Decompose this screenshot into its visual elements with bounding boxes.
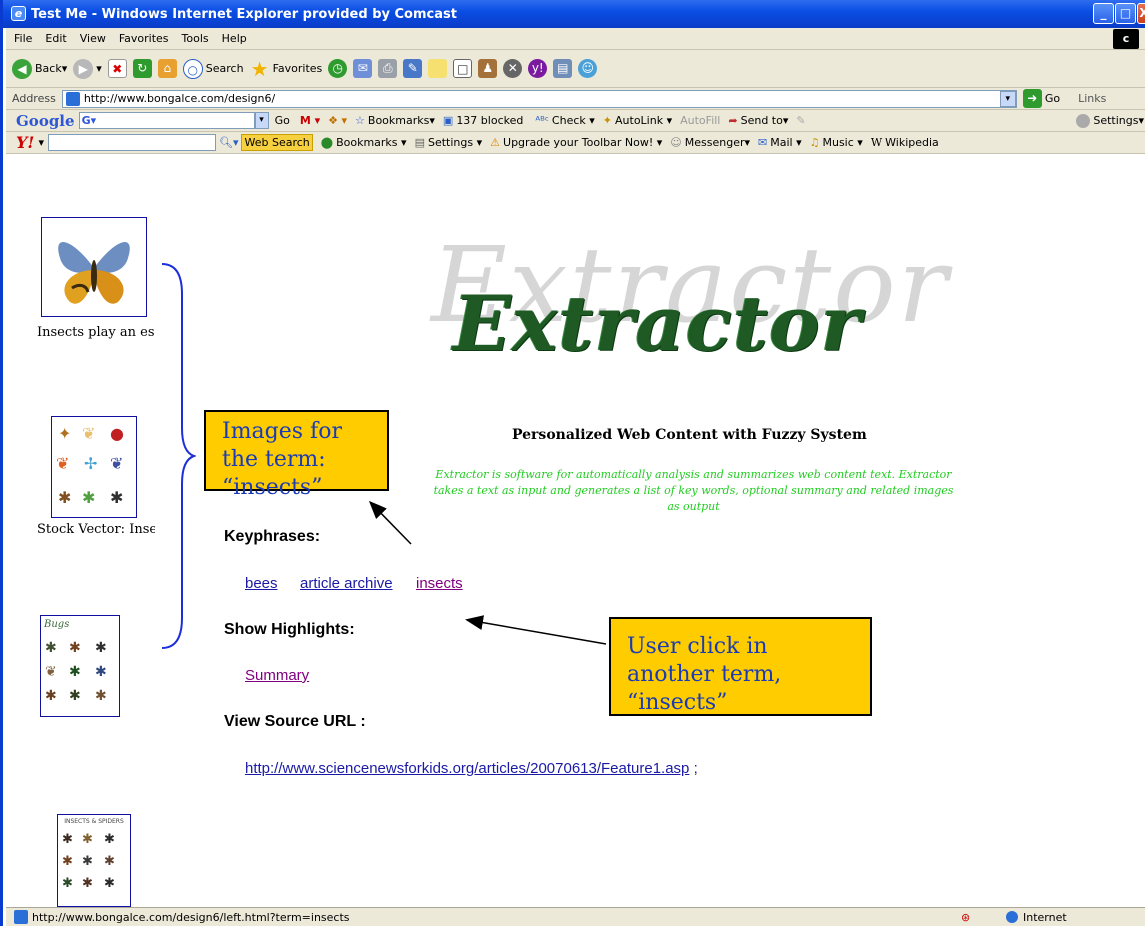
menu-tools[interactable]: Tools — [182, 32, 209, 45]
print-icon[interactable]: ⎙ — [378, 59, 398, 78]
wikipedia-button[interactable]: Wikipedia — [885, 136, 939, 149]
research-icon[interactable]: ♟ — [478, 59, 498, 78]
forward-arrow-icon: ▶ — [73, 58, 94, 79]
sendto-button[interactable]: Send to — [741, 114, 783, 127]
go-arrow-icon: ➜ — [1022, 89, 1042, 108]
yahoo-logo: Y! — [16, 133, 35, 152]
autolink-button[interactable]: AutoLink — [615, 114, 663, 127]
address-dropdown-icon[interactable]: ▾ — [999, 90, 1016, 107]
status-bar: http://www.bongalce.com/design6/left.htm… — [6, 907, 1145, 926]
title-bar: e Test Me - Windows Internet Explorer pr… — [3, 0, 1145, 28]
stop-icon[interactable]: ✖ — [107, 59, 127, 78]
yahoo-bookmarks-icon: ⬤ — [320, 136, 334, 149]
google-apps-icon[interactable]: ❖ ▾ — [328, 114, 347, 127]
google-toolbar: Google G▾ ▾ Go M ▾ ❖ ▾ ☆ Bookmarks ▾ ▣ 13… — [6, 110, 1145, 132]
messenger-icon: ☺ — [670, 136, 682, 149]
address-label: Address — [12, 92, 56, 105]
settings-gear-icon — [1076, 113, 1091, 128]
links-button[interactable]: Links — [1078, 92, 1106, 105]
menu-view[interactable]: View — [80, 32, 106, 45]
contacts-icon[interactable]: ☺ — [578, 59, 598, 78]
page-icon — [65, 91, 80, 106]
annotation-arrows — [368, 500, 607, 645]
google-g-icon: G▾ — [81, 114, 97, 127]
standard-toolbar: ◀ Back ▾ ▶ ▾ ✖ ↻ ⌂ ○ Search ★ Favorites … — [6, 50, 1145, 88]
status-privacy-icon[interactable]: ⊛ — [961, 911, 970, 924]
google-logo: Google — [16, 111, 75, 130]
menu-file[interactable]: File — [14, 32, 32, 45]
menu-bar: File Edit View Favorites Tools Help c — [6, 28, 1145, 50]
google-go-button[interactable]: Go — [275, 114, 290, 127]
search-button[interactable]: ○ Search — [182, 58, 244, 79]
arrow-to-insects-link — [465, 615, 607, 645]
yahoo-search-input[interactable] — [47, 134, 216, 151]
minimize-button[interactable]: _ — [1093, 3, 1114, 24]
menu-help[interactable]: Help — [222, 32, 247, 45]
back-button[interactable]: ◀ Back ▾ — [12, 58, 67, 79]
music-icon: ♫ — [809, 136, 820, 149]
warning-icon: ⚠ — [490, 136, 501, 149]
spellcheck-icon: ᴬᴮᶜ — [535, 114, 549, 127]
window-title: Test Me - Windows Internet Explorer prov… — [31, 6, 457, 22]
yahoo-music-button[interactable]: Music — [822, 136, 853, 149]
bookmarks-star-icon: ☆ — [355, 114, 365, 127]
google-bookmarks-button[interactable]: Bookmarks — [368, 114, 429, 127]
block-icon[interactable]: ✕ — [503, 59, 523, 78]
close-button[interactable]: X — [1137, 3, 1145, 24]
autofill-button[interactable]: AutoFill — [680, 114, 720, 127]
highlighter-icon[interactable]: ✎ — [796, 114, 805, 127]
mail-envelope-icon: ✉ — [758, 136, 768, 149]
spellcheck-button[interactable]: Check — [552, 114, 586, 127]
messenger-button[interactable]: Messenger — [685, 136, 745, 149]
yahoo-mail-button[interactable]: Mail — [770, 136, 792, 149]
security-zone-label: Internet — [1023, 910, 1067, 924]
favorites-button[interactable]: ★ Favorites — [250, 59, 323, 79]
forward-button[interactable]: ▶ ▾ — [73, 58, 102, 79]
gmail-icon[interactable]: M ▾ — [300, 114, 320, 127]
yahoo-menu-dropdown[interactable]: ▾ — [38, 136, 44, 149]
discuss-icon[interactable]: □ — [453, 59, 473, 78]
popup-blocker-icon: ▣ — [442, 114, 454, 127]
mail-icon[interactable]: ✉ — [353, 59, 373, 78]
status-page-icon — [14, 910, 28, 924]
address-bar: Address http://www.bongalce.com/design6/… — [6, 88, 1145, 110]
popup-blocked-count[interactable]: 137 blocked — [456, 114, 523, 127]
notes-icon[interactable] — [428, 59, 448, 78]
ie-logo-icon: e — [11, 6, 26, 21]
favorites-star-icon: ★ — [250, 56, 269, 81]
arrow-to-images-callout — [368, 500, 412, 545]
menu-edit[interactable]: Edit — [45, 32, 66, 45]
edit-icon[interactable]: ✎ — [403, 59, 423, 78]
page-content: Insects play an es: ✦ ❦ ● ❦ ✢ ❦ ✱ ✱ ✱ Stock Ve… — [6, 154, 1145, 907]
autolink-icon: ✦ — [602, 114, 613, 127]
back-arrow-icon: ◀ — [12, 58, 32, 79]
upgrade-toolbar-link[interactable]: Upgrade your Toolbar Now! — [503, 136, 653, 149]
browser-window: e Test Me - Windows Internet Explorer pr… — [0, 0, 1145, 926]
wikipedia-icon: W — [870, 136, 883, 149]
yahoo-search-icon[interactable]: 🔍︎▾ — [219, 136, 239, 149]
internet-zone-icon — [1006, 911, 1018, 923]
go-button[interactable]: ➜ Go — [1022, 89, 1060, 108]
sendto-icon: ➦ — [728, 114, 738, 127]
home-icon[interactable]: ⌂ — [157, 59, 177, 78]
google-settings-button[interactable]: Settings ▾ — [1076, 113, 1144, 128]
web-search-button[interactable]: Web Search — [241, 134, 313, 151]
yahoo-bookmarks-button[interactable]: Bookmarks — [336, 136, 397, 149]
yahoo-settings-button[interactable]: Settings — [428, 136, 473, 149]
yahoo-messenger-icon[interactable]: y! — [528, 59, 548, 78]
yahoo-settings-icon: ▤ — [414, 136, 425, 149]
address-input[interactable]: http://www.bongalce.com/design6/ ▾ — [61, 89, 1017, 108]
menu-favorites[interactable]: Favorites — [119, 32, 169, 45]
search-icon: ○ — [182, 58, 203, 79]
media-icon[interactable]: ▤ — [553, 59, 573, 78]
maximize-button[interactable]: □ — [1115, 3, 1136, 24]
history-icon[interactable]: ◷ — [328, 59, 348, 78]
google-dropdown-icon[interactable]: ▾ — [254, 112, 269, 129]
status-url: http://www.bongalce.com/design6/left.htm… — [32, 910, 350, 924]
comcast-logo-icon: c — [1113, 29, 1139, 49]
refresh-icon[interactable]: ↻ — [132, 59, 152, 78]
yahoo-toolbar: Y! ▾ 🔍︎▾ Web Search ⬤ Bookmarks ▾ ▤ Sett… — [6, 132, 1145, 154]
google-search-input[interactable]: G▾ — [78, 112, 255, 129]
